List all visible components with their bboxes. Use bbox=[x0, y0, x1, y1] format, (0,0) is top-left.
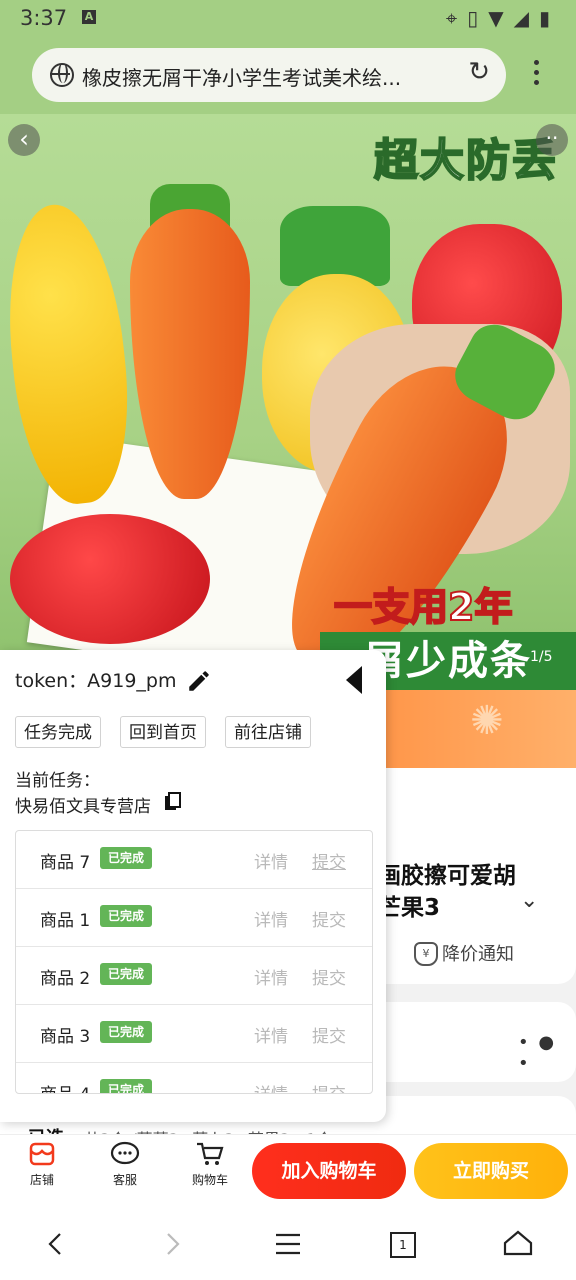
status-badge: 已完成 bbox=[100, 963, 153, 985]
strawberry-eraser-illustration-2 bbox=[10, 514, 210, 644]
item-name: 商品 1 bbox=[40, 911, 91, 931]
system-nav-bar: 1 bbox=[0, 1204, 576, 1280]
buy-now-button[interactable]: 立即购买 bbox=[414, 1143, 568, 1199]
address-bar[interactable]: 橡皮擦无屑干净小学生考试美术绘... ↻ bbox=[32, 48, 506, 102]
item-name: 商品 2 bbox=[40, 969, 91, 989]
browser-menu-icon[interactable] bbox=[524, 60, 548, 90]
hero-slogan: 一支用2年 bbox=[333, 584, 513, 630]
reload-icon[interactable]: ↻ bbox=[468, 57, 490, 87]
back-icon[interactable]: ‹ bbox=[8, 124, 40, 156]
submit-link[interactable]: 提交 bbox=[312, 1022, 346, 1047]
submit-link[interactable]: 提交 bbox=[312, 848, 346, 873]
signal-icon: ◢ bbox=[513, 6, 539, 30]
add-to-cart-button[interactable]: 加入购物车 bbox=[252, 1143, 406, 1199]
list-item: 商品 3 已完成 详情 提交 bbox=[16, 1005, 372, 1063]
list-item: 商品 4 已完成 详情 提交 bbox=[16, 1063, 372, 1093]
item-name: 商品 4 bbox=[40, 1080, 90, 1093]
price-notice-icon[interactable]: ¥ bbox=[414, 942, 438, 966]
collapse-icon[interactable] bbox=[346, 666, 362, 694]
item-name: 商品 3 bbox=[40, 1027, 91, 1047]
status-badge: 已完成 bbox=[100, 905, 153, 927]
bottom-action-bar: 店铺 客服 购物车 加入购物车 立即购买 bbox=[0, 1134, 576, 1205]
cart-label: 购物车 bbox=[191, 1173, 228, 1187]
status-time: 3:37 bbox=[20, 6, 68, 30]
nav-forward-icon[interactable] bbox=[152, 1224, 192, 1264]
status-badge: 已完成 bbox=[100, 1079, 153, 1093]
wifi-icon: ▼ bbox=[488, 6, 514, 30]
go-to-store-button[interactable]: 前往店铺 bbox=[225, 716, 311, 748]
product-image[interactable]: 超大防丢 一支用2年 屑少成条 1/5 ‹ ·· bbox=[0, 114, 576, 690]
page-url-title[interactable]: 橡皮擦无屑干净小学生考试美术绘... bbox=[82, 62, 452, 91]
chat-icon bbox=[110, 1141, 140, 1165]
store-label: 店铺 bbox=[29, 1173, 54, 1187]
cart-button[interactable]: 购物车 bbox=[178, 1141, 242, 1188]
detail-link[interactable]: 详情 bbox=[254, 1080, 288, 1093]
globe-icon bbox=[50, 63, 74, 87]
list-item: 商品 1 已完成 详情 提交 bbox=[16, 889, 372, 947]
nav-menu-icon[interactable] bbox=[268, 1224, 308, 1264]
list-item: 商品 2 已完成 详情 提交 bbox=[16, 947, 372, 1005]
current-shop-name: 快易佰文具专营店 bbox=[15, 797, 151, 817]
submit-link[interactable]: 提交 bbox=[312, 964, 346, 989]
product-title-line-2: 芒果3 bbox=[378, 895, 441, 921]
status-bar: 3:37 A ⌖▯▼◢▮ bbox=[0, 0, 576, 36]
battery-icon: ▮ bbox=[538, 6, 560, 30]
vibrate-icon: ▯ bbox=[467, 6, 489, 30]
product-task-list: 商品 7 已完成 详情 提交 商品 1 已完成 详情 提交 商品 2 已完成 详… bbox=[15, 830, 373, 1094]
status-badge: 已完成 bbox=[100, 1021, 153, 1043]
service-label: 客服 bbox=[112, 1173, 137, 1187]
tab-count: 1 bbox=[390, 1232, 416, 1258]
store-icon bbox=[29, 1142, 55, 1166]
nav-back-icon[interactable] bbox=[36, 1224, 76, 1264]
status-icons: ⌖▯▼◢▮ bbox=[446, 6, 560, 30]
item-name: 商品 7 bbox=[40, 853, 91, 873]
image-counter: 1/5 bbox=[530, 649, 553, 665]
more-icon[interactable]: ·· bbox=[536, 124, 568, 156]
status-badge: 已完成 bbox=[100, 847, 153, 869]
detail-link[interactable]: 详情 bbox=[254, 1022, 288, 1047]
detail-link[interactable]: 详情 bbox=[254, 906, 288, 931]
copy-icon[interactable] bbox=[164, 792, 182, 812]
list-item: 商品 7 已完成 详情 提交 bbox=[16, 831, 372, 889]
chevron-down-icon[interactable]: ⌄ bbox=[520, 888, 538, 913]
nav-tabs-icon[interactable]: 1 bbox=[382, 1224, 422, 1264]
token-value: A919_pm bbox=[87, 670, 177, 692]
token-row: token：A919_pm bbox=[15, 666, 176, 693]
customer-service-button[interactable]: 客服 bbox=[93, 1141, 157, 1188]
current-task-label: 当前任务： bbox=[15, 771, 100, 791]
product-title-line-1: 画胶擦可爱胡 bbox=[378, 863, 516, 889]
store-button[interactable]: 店铺 bbox=[10, 1141, 74, 1188]
firework-icon: ✺ bbox=[470, 698, 504, 744]
mango-eraser-illustration bbox=[0, 198, 140, 510]
price-notice-button[interactable]: 降价通知 bbox=[442, 940, 514, 966]
detail-link[interactable]: 详情 bbox=[254, 964, 288, 989]
submit-link[interactable]: 提交 bbox=[312, 906, 346, 931]
edit-icon[interactable] bbox=[186, 668, 212, 694]
location-icon: ⌖ bbox=[445, 6, 468, 30]
task-complete-button[interactable]: 任务完成 bbox=[15, 716, 101, 748]
app-notification-icon: A bbox=[82, 10, 96, 24]
detail-link[interactable]: 详情 bbox=[254, 848, 288, 873]
token-label: token： bbox=[15, 670, 88, 692]
browser-toolbar: 橡皮擦无屑干净小学生考试美术绘... ↻ bbox=[0, 36, 576, 114]
back-to-home-button[interactable]: 回到首页 bbox=[120, 716, 206, 748]
cart-icon bbox=[197, 1142, 224, 1165]
hero-headline: 超大防丢 bbox=[373, 134, 558, 187]
nav-home-icon[interactable] bbox=[498, 1224, 538, 1264]
more-dots-icon[interactable]: • ● • bbox=[518, 1032, 576, 1074]
submit-link[interactable]: 提交 bbox=[312, 1080, 346, 1093]
task-panel: token：A919_pm 任务完成 回到首页 前往店铺 当前任务： 快易佰文具… bbox=[0, 650, 386, 1122]
